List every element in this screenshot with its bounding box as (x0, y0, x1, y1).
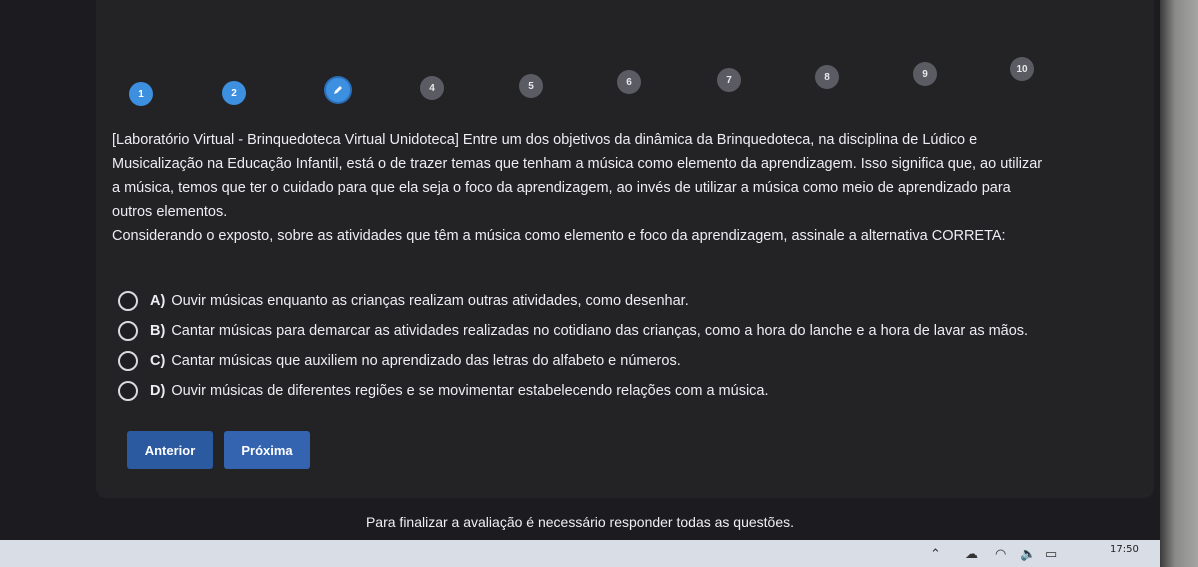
step-2[interactable]: 2 (222, 81, 246, 105)
wifi-icon[interactable]: ◠ (995, 546, 1006, 562)
question-stepper: 1 2 4 5 6 7 8 9 10 (0, 0, 1160, 110)
monitor-bezel (1160, 0, 1198, 567)
step-4[interactable]: 4 (420, 76, 444, 100)
radio-option-b[interactable] (118, 321, 138, 341)
question-prompt: Considerando o exposto, sobre as ativida… (112, 228, 1006, 244)
cloud-icon[interactable]: ☁ (965, 546, 978, 562)
step-10[interactable]: 10 (1010, 57, 1034, 81)
option-letter: D) (150, 383, 166, 399)
radio-option-a[interactable] (118, 291, 138, 311)
option-d[interactable]: D) Ouvir músicas de diferentes regiões e… (118, 376, 1078, 406)
option-b[interactable]: B) Cantar músicas para demarcar as ativi… (118, 316, 1078, 346)
pencil-icon (334, 86, 342, 94)
question-context: [Laboratório Virtual - Brinquedoteca Vir… (112, 132, 1043, 220)
answer-options: A) Ouvir músicas enquanto as crianças re… (118, 286, 1078, 406)
taskbar-clock[interactable]: 17:50 (1110, 544, 1139, 555)
radio-option-c[interactable] (118, 351, 138, 371)
next-button[interactable]: Próxima (224, 431, 310, 469)
option-c[interactable]: C) Cantar músicas que auxiliem no aprend… (118, 346, 1078, 376)
step-6[interactable]: 6 (617, 70, 641, 94)
chevron-up-icon[interactable]: ⌃ (930, 546, 941, 562)
step-8[interactable]: 8 (815, 65, 839, 89)
option-text: Cantar músicas que auxiliem no aprendiza… (171, 353, 681, 369)
option-letter: C) (150, 353, 166, 369)
radio-option-d[interactable] (118, 381, 138, 401)
option-letter: A) (150, 293, 166, 309)
screen: 1 2 4 5 6 7 8 9 10 [Laboratório Virtual … (0, 0, 1160, 567)
battery-icon[interactable]: ▭ (1045, 546, 1057, 562)
question-text: [Laboratório Virtual - Brinquedoteca Vir… (112, 128, 1052, 248)
option-text: Ouvir músicas de diferentes regiões e se… (171, 383, 769, 399)
option-a[interactable]: A) Ouvir músicas enquanto as crianças re… (118, 286, 1078, 316)
completion-notice: Para finalizar a avaliação é necessário … (365, 514, 795, 530)
previous-button[interactable]: Anterior (127, 431, 213, 469)
step-1[interactable]: 1 (129, 82, 153, 106)
step-9[interactable]: 9 (913, 62, 937, 86)
step-3-current[interactable] (326, 78, 350, 102)
speaker-icon[interactable]: 🔈 (1020, 546, 1036, 562)
taskbar: ⌃ ☁ ◠ 🔈 ▭ (0, 540, 1160, 567)
option-text: Cantar músicas para demarcar as atividad… (171, 323, 1029, 339)
option-text: Ouvir músicas enquanto as crianças reali… (171, 293, 689, 309)
step-5[interactable]: 5 (519, 74, 543, 98)
option-letter: B) (150, 323, 166, 339)
step-7[interactable]: 7 (717, 68, 741, 92)
